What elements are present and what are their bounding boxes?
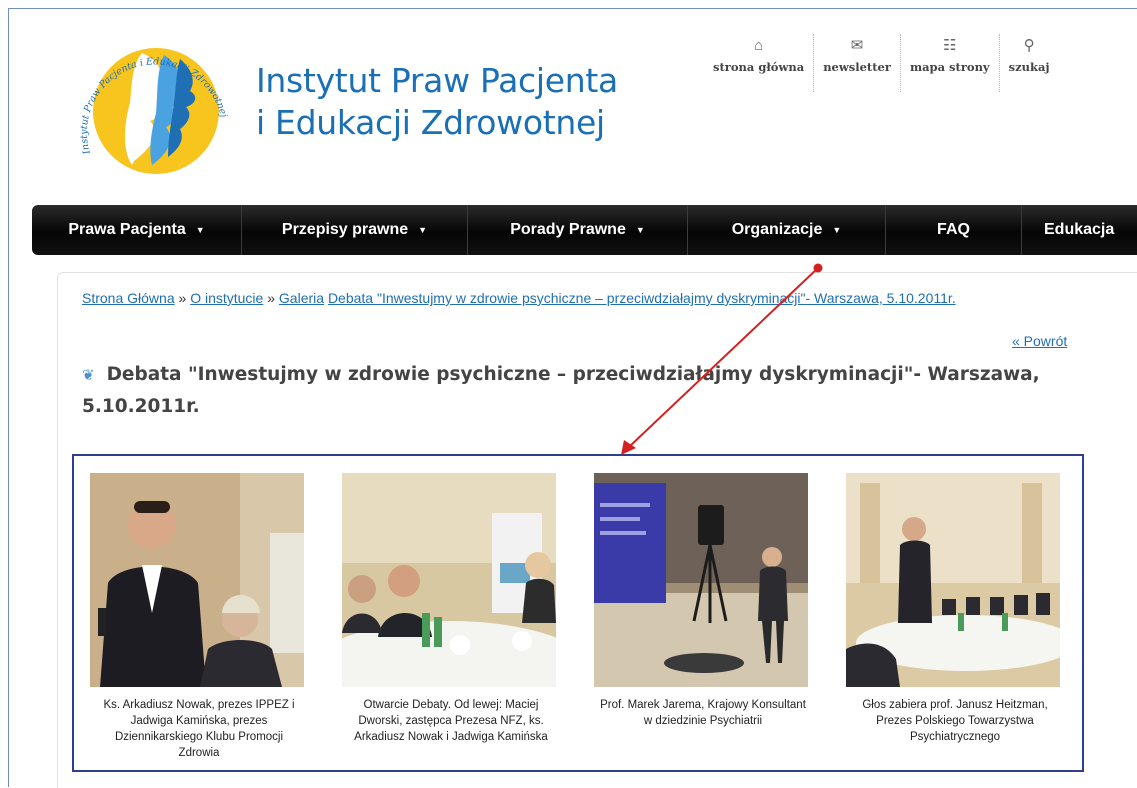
gallery-photo[interactable]: [846, 473, 1076, 687]
gallery-photo[interactable]: [310, 473, 590, 717]
chevron-down-icon: ▼: [195, 225, 205, 235]
toplink-newsletter[interactable]: ✉ newsletter: [814, 34, 901, 92]
nav-item-przepisy-prawne[interactable]: Przepisy prawne ▼: [242, 205, 468, 255]
gallery-item[interactable]: Prof. Marek Jarema, Krajowy Konsultant w…: [594, 473, 812, 729]
toplink-label: szukaj: [1008, 60, 1050, 74]
nav-item-prawa-pacjenta[interactable]: Prawa Pacjenta ▼: [32, 205, 242, 255]
nav-label: Prawa Pacjenta: [68, 221, 186, 238]
gallery-item[interactable]: Ks. Arkadiusz Nowak, prezes IPPEZ i Jadw…: [90, 473, 308, 761]
gallery-item[interactable]: Otwarcie Debaty. Od lewej: Maciej Dworsk…: [310, 473, 590, 745]
nav-label: Przepisy prawne: [281, 221, 409, 238]
search-icon: ⚲: [1023, 37, 1035, 54]
gallery-photo[interactable]: [594, 473, 808, 687]
breadcrumb-about-link[interactable]: O instytucie: [190, 290, 263, 306]
chevron-down-icon: ▼: [832, 225, 842, 235]
toplink-search[interactable]: ⚲ szukaj: [1000, 34, 1059, 92]
nav-label: Organizacje: [731, 221, 823, 238]
toplink-sitemap[interactable]: ☷ mapa strony: [901, 34, 1000, 92]
nav-item-porady-prawne[interactable]: Porady Prawne ▼: [468, 205, 688, 255]
toplink-label: mapa strony: [909, 60, 990, 74]
photo-caption: Otwarcie Debaty. Od lewej: Maciej Dworsk…: [354, 699, 548, 743]
breadcrumb-current-link[interactable]: Debata "Inwestujmy w zdrowie psychiczne …: [328, 290, 956, 306]
toplink-label: strona główna: [713, 60, 805, 74]
leaf-icon: ❦: [82, 366, 95, 384]
nav-item-faq[interactable]: FAQ: [886, 205, 1022, 255]
utility-links: ⌂ strona główna ✉ newsletter ☷ mapa stro…: [704, 34, 1059, 92]
toplink-home[interactable]: ⌂ strona główna: [704, 34, 815, 92]
chevron-down-icon: ▼: [418, 225, 428, 235]
photo-caption: Prof. Marek Jarema, Krajowy Konsultant w…: [600, 699, 806, 727]
breadcrumb-separator: »: [174, 290, 191, 306]
gallery-item[interactable]: Głos zabiera prof. Janusz Heitzman, Prez…: [846, 473, 1076, 745]
sitemap-icon: ☷: [943, 37, 957, 54]
nav-item-organizacje[interactable]: Organizacje ▼: [688, 205, 886, 255]
nav-label: Porady Prawne: [510, 221, 626, 238]
site-title[interactable]: Instytut Praw Pacjenta i Edukacji Zdrowo…: [256, 60, 618, 144]
page-title-text: Debata "Inwestujmy w zdrowie psychiczne …: [82, 364, 1040, 417]
photo-gallery: Ks. Arkadiusz Nowak, prezes IPPEZ i Jadw…: [72, 454, 1084, 772]
site-title-line2: i Edukacji Zdrowotnej: [256, 103, 605, 142]
page-title: ❦ Debata "Inwestujmy w zdrowie psychiczne…: [82, 359, 1082, 423]
gallery-photo[interactable]: [90, 473, 304, 687]
back-link[interactable]: « Powrót: [1012, 333, 1067, 349]
home-icon: ⌂: [754, 37, 764, 54]
institute-logo[interactable]: Instytut Praw Pacjenta i Edukacji Zdrowo…: [72, 33, 242, 185]
nav-label: FAQ: [937, 221, 970, 238]
breadcrumb-home-link[interactable]: Strona Główna: [82, 290, 175, 306]
nav-label: Edukacja: [1044, 221, 1115, 238]
photo-caption: Głos zabiera prof. Janusz Heitzman, Prez…: [862, 699, 1048, 743]
breadcrumb: Strona Główna » O instytucie » Galeria D…: [82, 289, 1092, 307]
main-nav: Prawa Pacjenta ▼ Przepisy prawne ▼ Porad…: [32, 205, 1137, 255]
photo-caption: Ks. Arkadiusz Nowak, prezes IPPEZ i Jadw…: [103, 699, 295, 759]
breadcrumb-gallery-link[interactable]: Galeria: [279, 290, 324, 306]
chevron-down-icon: ▼: [635, 225, 645, 235]
newsletter-icon: ✉: [850, 37, 864, 54]
breadcrumb-separator: »: [263, 290, 279, 306]
site-title-line1: Instytut Praw Pacjenta: [256, 61, 618, 100]
toplink-label: newsletter: [823, 60, 891, 74]
nav-item-edukacja[interactable]: Edukacja: [1022, 205, 1137, 255]
